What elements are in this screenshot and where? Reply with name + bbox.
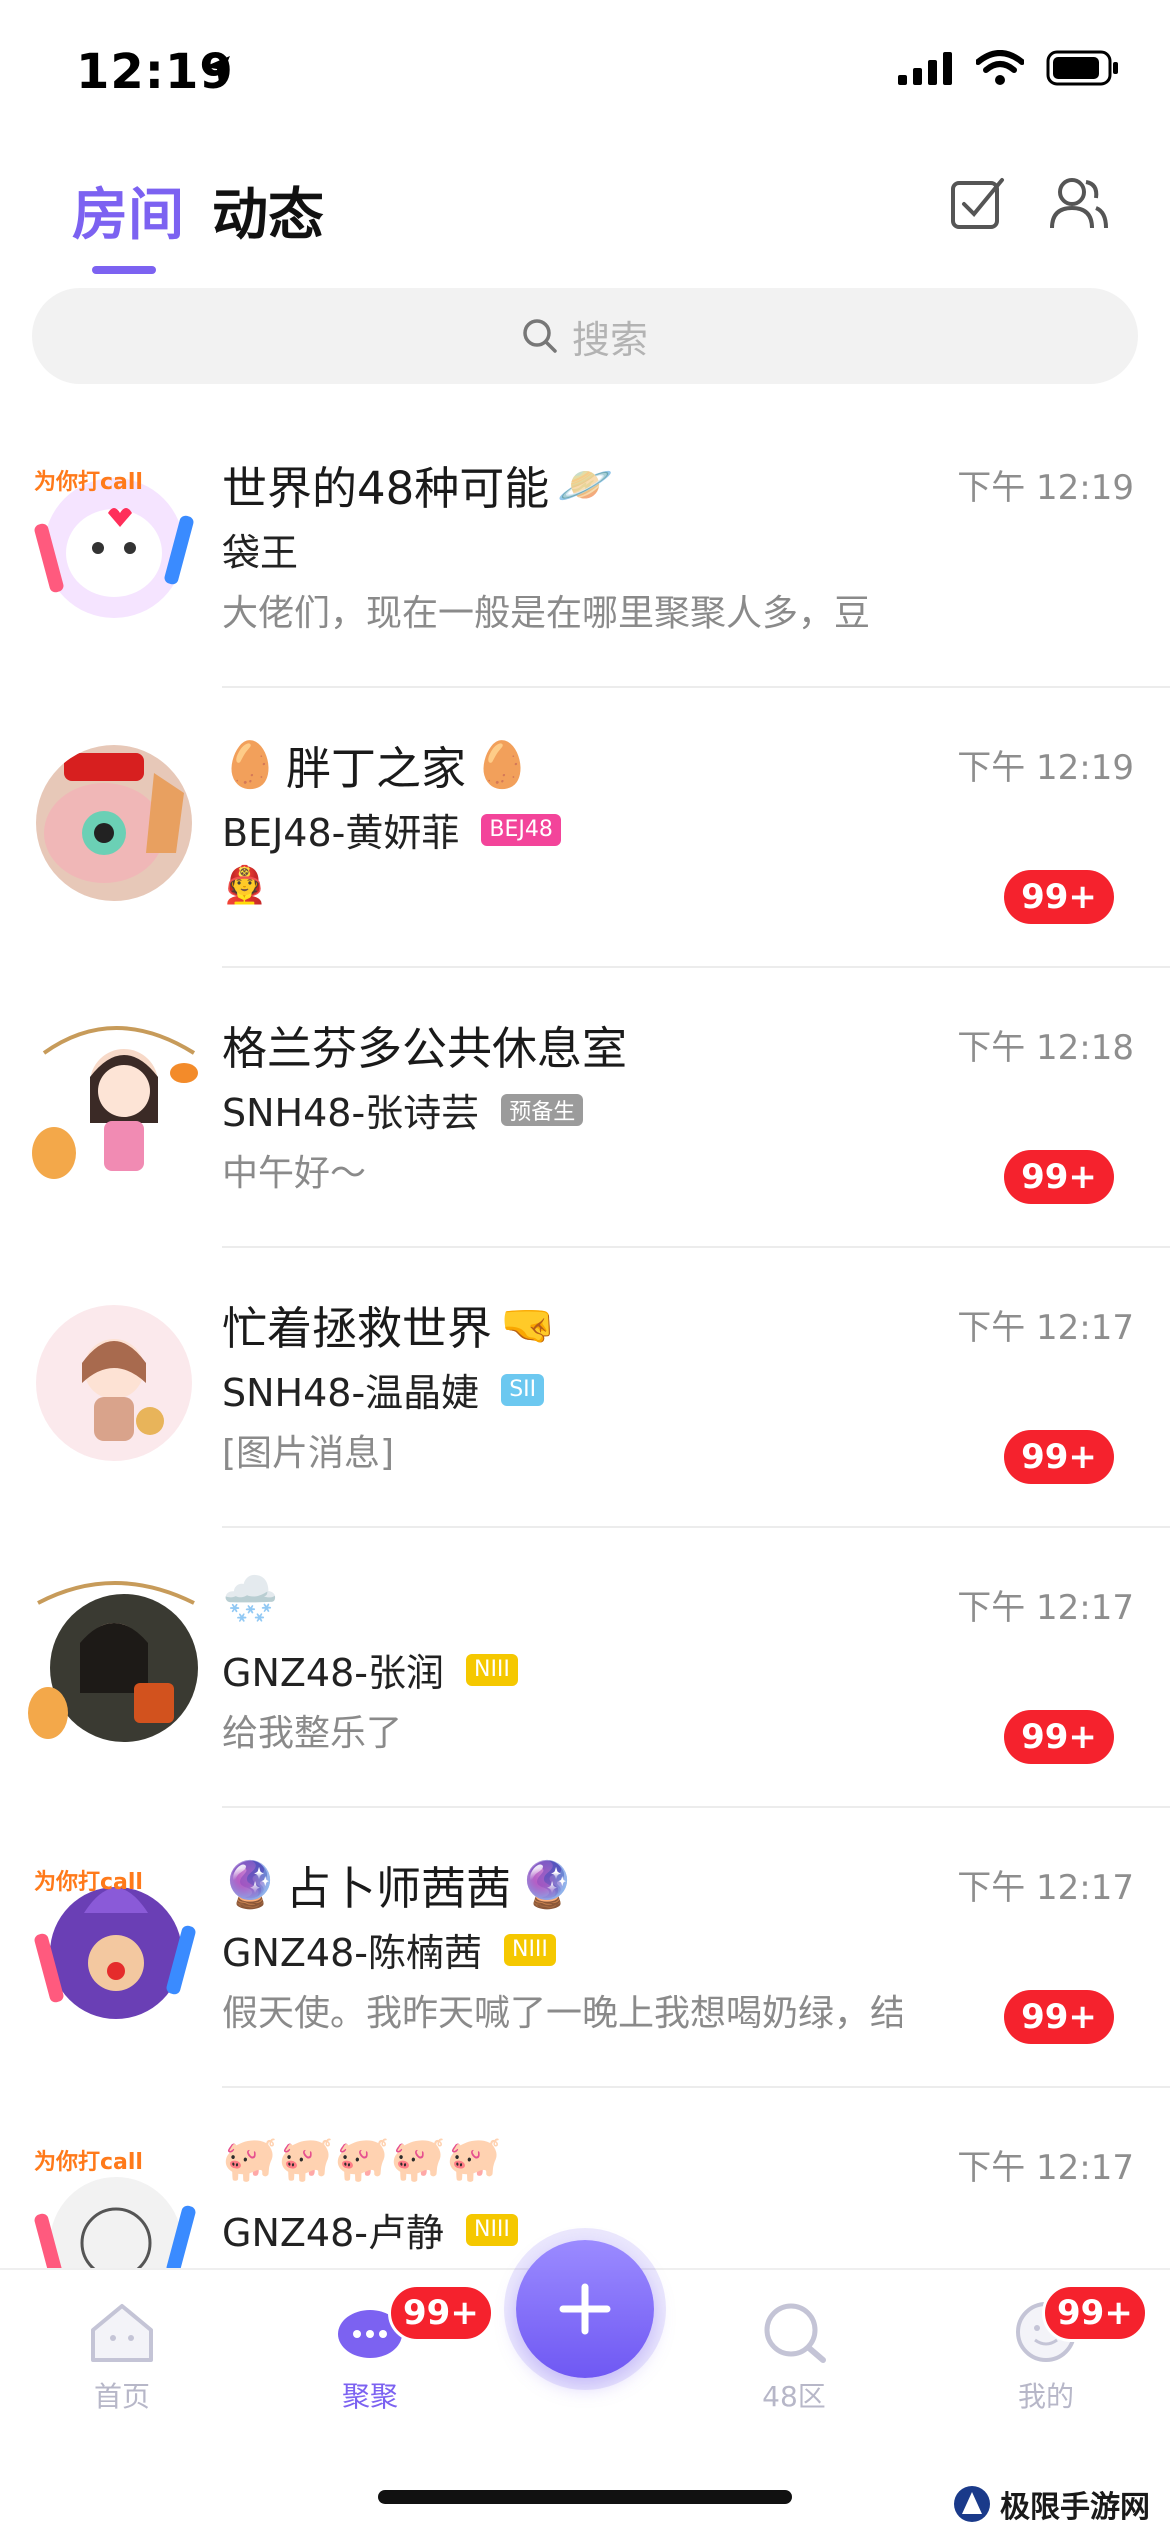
team-tag: SII <box>501 1373 545 1406</box>
room-row[interactable]: 为你打call 世界的48种可能 🪐 下午 12:19 袋王 大佬们，现在一般是在… <box>0 408 1170 688</box>
svg-text:为你打call: 为你打call <box>34 470 143 495</box>
room-row[interactable]: 🌨️ 下午 12:17 GNZ48-张润 NIII 给我整乐了 99+ <box>0 1528 1170 1808</box>
unread-badge: 99+ <box>1004 1710 1114 1764</box>
egg-emoji-icon: 🥚 <box>474 738 531 791</box>
wifi-icon <box>976 50 1024 85</box>
room-row[interactable]: 格兰芬多公共休息室 下午 12:18 SNH48-张诗芸 预备生 中午好～ 99… <box>0 968 1170 1248</box>
unread-badge: 99+ <box>1004 1990 1114 2044</box>
room-avatar: 为你打call <box>34 470 194 618</box>
room-last-message: 中午好～ <box>222 1153 367 1194</box>
team-tag: NIII <box>465 2213 518 2246</box>
unread-badge: 99+ <box>1004 1430 1114 1484</box>
room-title: 忙着拯救世界 🤜 <box>222 1298 557 1355</box>
status-bar: 12:19 <box>0 0 1170 140</box>
svg-text:为你打call: 为你打call <box>34 1870 143 1895</box>
plus-icon <box>559 2283 611 2335</box>
svg-text:为你打call: 为你打call <box>34 2150 143 2175</box>
room-row[interactable]: 忙着拯救世界 🤜 下午 12:17 SNH48-温晶婕 SII [图片消息] 99… <box>0 1248 1170 1528</box>
unread-badge: 99+ <box>1004 870 1114 924</box>
profile-unread-badge: 99+ <box>1042 2284 1148 2342</box>
fist-emoji-icon: 🤜 <box>500 1298 557 1351</box>
cellular-signal-icon <box>898 52 952 85</box>
room-last-message: 🧑‍🚒 <box>222 865 267 906</box>
room-title: 🌨️ <box>222 1572 278 1625</box>
room-time: 下午 12:18 <box>957 1028 1134 1068</box>
room-title: 格兰芬多公共休息室 <box>222 1022 628 1075</box>
room-avatar <box>36 1305 192 1461</box>
team-tag: 预备生 <box>501 1093 584 1126</box>
room-sender: SNH48-张诗芸 预备生 <box>222 1082 584 1137</box>
room-last-message: 假天使。我昨天喊了一晚上我想喝奶绿，结 <box>222 1993 902 2034</box>
room-row[interactable]: 🥚 胖丁之家 🥚 下午 12:19 BEJ48-黄妍菲 BEJ48 🧑‍🚒 99+ <box>0 688 1170 968</box>
room-sender: GNZ48-卢静 NIII <box>222 2202 518 2257</box>
egg-emoji-icon: 🥚 <box>222 738 279 791</box>
checklist-icon[interactable] <box>948 174 1006 232</box>
room-avatar: 为你打call <box>34 2150 196 2270</box>
room-avatar <box>36 745 192 901</box>
unread-badge: 99+ <box>1004 1150 1114 1204</box>
crystal-ball-emoji-icon: 🔮 <box>519 1858 576 1911</box>
room-last-message: 大佬们，现在一般是在哪里聚聚人多，豆 <box>222 593 871 634</box>
tab-48zone[interactable]: 48区 <box>714 2300 874 2415</box>
room-row[interactable]: 为你打call 🔮 占卜师茜茜 🔮 下午 12:17 GNZ48-陈楠茜 NIII … <box>0 1808 1170 2088</box>
room-time: 下午 12:17 <box>957 1588 1134 1628</box>
room-sender: 袋王 <box>222 531 299 575</box>
watermark: 极限手游网 <box>952 2482 1150 2526</box>
room-title: 🥚 胖丁之家 🥚 <box>222 738 531 795</box>
watermark-logo-icon <box>954 2486 990 2522</box>
search-icon <box>523 319 557 353</box>
contacts-icon[interactable] <box>1048 174 1110 232</box>
search-icon <box>764 2303 826 2363</box>
home-indicator[interactable] <box>378 2490 792 2504</box>
location-arrow-icon <box>204 56 230 82</box>
team-tag: BEJ48 <box>481 813 561 846</box>
create-button[interactable] <box>516 2240 654 2378</box>
room-avatar: 为你打call <box>34 1870 196 2019</box>
team-tag: NIII <box>465 1653 518 1686</box>
gathering-unread-badge: 99+ <box>388 2284 494 2342</box>
room-time: 下午 12:19 <box>957 468 1134 508</box>
room-title: 🔮 占卜师茜茜 🔮 <box>222 1858 576 1915</box>
room-last-message: 给我整乐了 <box>222 1713 403 1754</box>
room-avatar <box>32 1026 198 1179</box>
team-tag: NIII <box>503 1933 556 1966</box>
room-sender: BEJ48-黄妍菲 BEJ48 <box>222 802 561 857</box>
search-placeholder: 搜索 <box>571 317 648 362</box>
room-sender: GNZ48-张润 NIII <box>222 1642 518 1697</box>
room-time: 下午 12:17 <box>957 1868 1134 1908</box>
crystal-ball-emoji-icon: 🔮 <box>222 1858 279 1911</box>
tab-rooms[interactable]: 房间 <box>72 170 184 251</box>
room-title: 世界的48种可能 🪐 <box>222 458 614 515</box>
room-time: 下午 12:19 <box>957 748 1134 788</box>
home-icon <box>91 2304 153 2362</box>
pig-emoji-icon: 🐖🐖🐖🐖🐖 <box>222 2132 503 2185</box>
active-tab-indicator <box>92 266 156 274</box>
room-title: 🐖🐖🐖🐖🐖 <box>222 2132 502 2185</box>
room-sender: SNH48-温晶婕 SII <box>222 1362 545 1417</box>
search-bar[interactable]: 搜索 <box>32 288 1138 384</box>
room-list: 为你打call 世界的48种可能 🪐 下午 12:19 袋王 大佬们，现在一般是在… <box>0 408 1170 2270</box>
tab-moments[interactable]: 动态 <box>212 170 324 251</box>
planet-emoji-icon: 🪐 <box>557 458 614 511</box>
room-time: 下午 12:17 <box>957 2148 1134 2188</box>
tab-home[interactable]: 首页 <box>42 2300 202 2415</box>
snow-cloud-emoji-icon: 🌨️ <box>222 1572 279 1625</box>
room-time: 下午 12:17 <box>957 1308 1134 1348</box>
room-sender: GNZ48-陈楠茜 NIII <box>222 1922 556 1977</box>
room-last-message: [图片消息] <box>222 1433 395 1474</box>
top-header: 房间 动态 <box>0 150 1170 280</box>
battery-icon <box>1046 50 1118 86</box>
room-avatar <box>28 1581 198 1742</box>
